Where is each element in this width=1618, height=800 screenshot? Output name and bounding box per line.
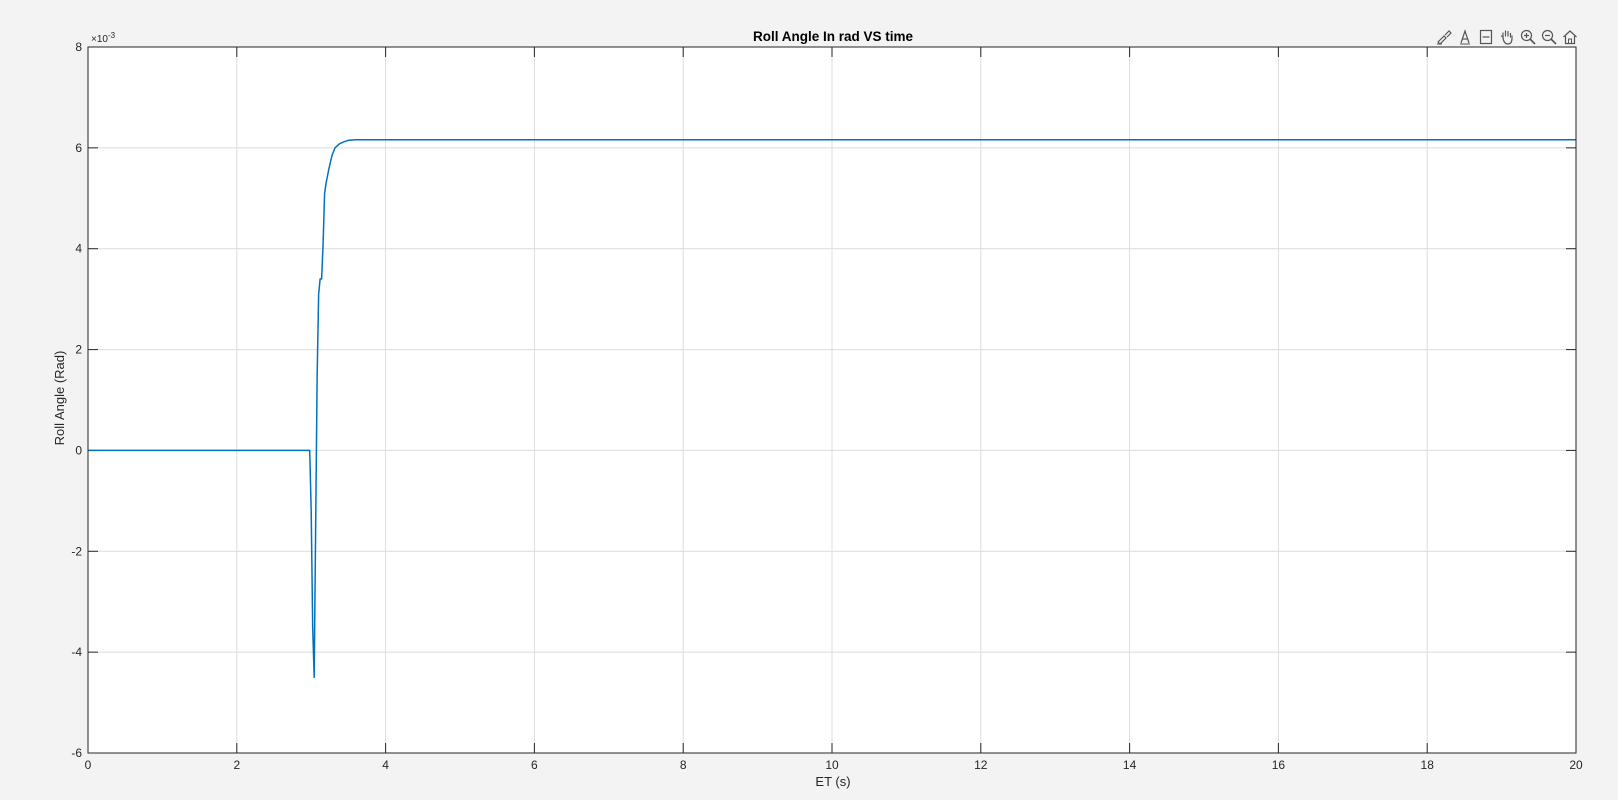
y-axis-exponent: ×10-3 [91, 31, 116, 45]
data-tips-icon [1460, 29, 1470, 45]
y-exponent-base: ×10 [91, 34, 108, 45]
axes-toolbar [1434, 26, 1580, 48]
x-tick-label: 14 [1123, 758, 1137, 772]
y-tick-label: 2 [75, 343, 82, 357]
x-tick-label: 20 [1569, 758, 1583, 772]
pan-button[interactable] [1497, 27, 1517, 47]
y-tick-label: 4 [75, 242, 82, 256]
zoom-out-icon [1541, 29, 1557, 45]
pan-hand-icon [1500, 30, 1513, 45]
zoom-in-icon [1520, 29, 1536, 45]
x-tick-label: 18 [1421, 758, 1435, 772]
brush-icon [1437, 30, 1452, 45]
restore-view-icon [1479, 29, 1493, 45]
y-axis-label: Roll Angle (Rad) [52, 351, 67, 446]
chart-title: Roll Angle In rad VS time [753, 29, 914, 44]
chart-figure: 0 2 4 6 8 10 12 14 16 18 20 -6 -4 -2 0 2 4 6 8 Roll Angle … [52, 29, 1583, 789]
x-tick-label: 16 [1272, 758, 1286, 772]
x-tick-label: 2 [233, 758, 240, 772]
y-tick-label: -4 [71, 645, 82, 659]
y-tick-label: -6 [71, 746, 82, 760]
zoom-out-button[interactable] [1539, 27, 1559, 47]
y-tick-label: -2 [71, 544, 82, 558]
y-tick-label: 8 [75, 40, 82, 54]
x-tick-label: 0 [85, 758, 92, 772]
home-button[interactable] [1560, 27, 1580, 47]
x-tick-label: 10 [825, 758, 839, 772]
x-tick-label: 4 [382, 758, 389, 772]
y-tick-label: 6 [75, 141, 82, 155]
y-exponent-power: -3 [108, 31, 116, 40]
zoom-in-button[interactable] [1518, 27, 1538, 47]
restore-view-button[interactable] [1476, 27, 1496, 47]
y-tick-label: 0 [75, 443, 82, 457]
brush-button[interactable] [1434, 27, 1454, 47]
data-tips-button[interactable] [1455, 27, 1475, 47]
x-tick-label: 6 [531, 758, 538, 772]
x-tick-label: 8 [680, 758, 687, 772]
home-icon [1563, 30, 1577, 45]
x-axis-label: ET (s) [815, 774, 850, 789]
x-tick-label: 12 [974, 758, 988, 772]
